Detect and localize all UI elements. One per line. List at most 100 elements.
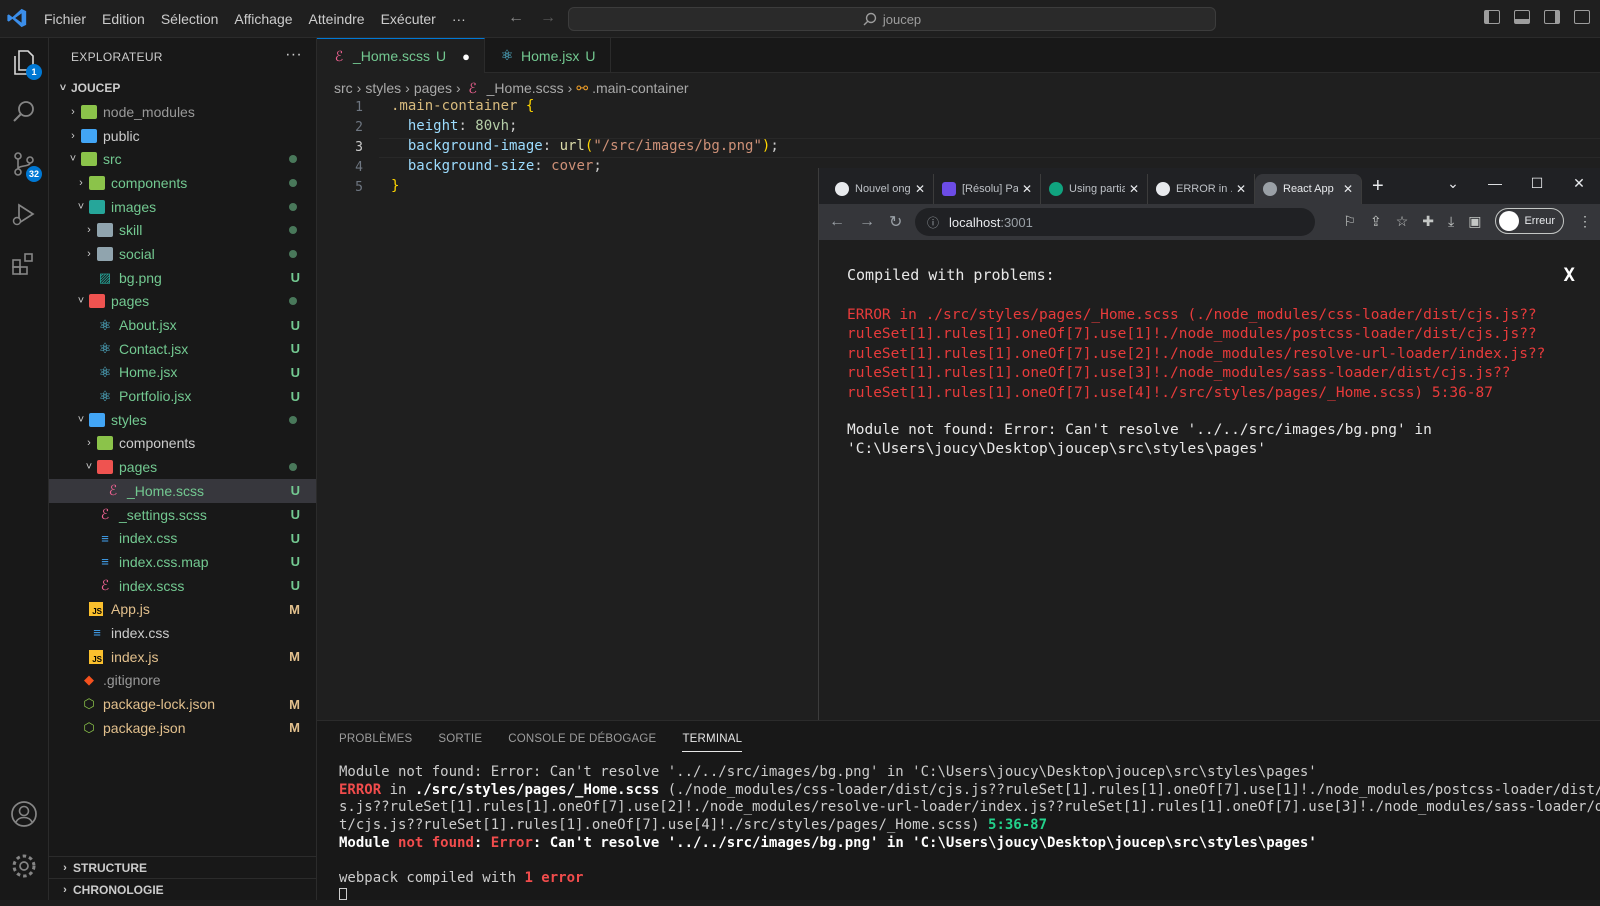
tree-item[interactable]: ⚛ About.jsx U <box>49 313 316 337</box>
workspace-root[interactable]: ˅ JOUCEP <box>49 76 316 100</box>
tree-item[interactable]: ℰindex.scss U <box>49 574 316 598</box>
tree-item[interactable]: ⚛ Portfolio.jsx U <box>49 384 316 408</box>
side-panel-icon[interactable]: ▣ <box>1468 213 1481 230</box>
back-arrow-icon[interactable]: ← <box>829 213 845 231</box>
vscode-logo-icon[interactable] <box>6 7 28 29</box>
toggle-sidebar-icon[interactable] <box>1484 10 1500 24</box>
tree-item[interactable]: › skill <box>49 218 316 242</box>
breadcrumb-src[interactable]: src <box>334 80 353 96</box>
tree-item[interactable]: › node_modules <box>49 100 316 124</box>
tree-item[interactable]: ˅ src <box>49 147 316 171</box>
close-icon[interactable]: ✕ <box>915 182 925 196</box>
url-host: localhost <box>949 214 1001 230</box>
reload-icon[interactable]: ↻ <box>889 212 902 232</box>
tree-item[interactable]: ˅ pages <box>49 290 316 314</box>
tab-console-debogage[interactable]: CONSOLE DE DÉBOGAGE <box>508 733 656 745</box>
tree-item[interactable]: › components <box>49 171 316 195</box>
react-icon: ⚛ <box>98 316 112 333</box>
close-icon[interactable]: ✕ <box>1129 182 1139 196</box>
customize-layout-icon[interactable] <box>1574 10 1590 24</box>
tree-item[interactable]: ≡ index.css.map U <box>49 550 316 574</box>
settings-gear-icon[interactable] <box>10 852 38 880</box>
tab-terminal[interactable]: TERMINAL <box>682 733 743 752</box>
tree-item[interactable]: JS App.js M <box>49 597 316 621</box>
menu-affichage[interactable]: Affichage <box>234 11 292 27</box>
run-debug-icon[interactable] <box>10 200 38 228</box>
tree-item[interactable]: ℰ _Home.scss U <box>49 479 316 503</box>
tree-item[interactable]: ◆ .gitignore <box>49 669 316 693</box>
menu-executer[interactable]: Exécuter <box>381 11 436 27</box>
menu-more[interactable]: ··· <box>452 11 466 27</box>
bookmark-star-icon[interactable]: ☆ <box>1396 213 1409 230</box>
breadcrumb-symbol[interactable]: .main-container <box>592 80 689 96</box>
tree-item[interactable]: ≡ index.css <box>49 621 316 645</box>
extensions-puzzle-icon[interactable]: ✚ <box>1422 213 1434 230</box>
address-bar[interactable]: ⓘ localhost:3001 <box>915 208 1315 236</box>
folder-icon <box>97 460 113 475</box>
maximize-icon[interactable]: ☐ <box>1516 175 1558 192</box>
unsaved-dot-icon[interactable]: ● <box>462 49 470 64</box>
more-actions-icon[interactable]: ··· <box>285 46 302 64</box>
back-arrow-icon[interactable]: ← <box>508 9 524 27</box>
toggle-panel-icon[interactable] <box>1514 10 1530 24</box>
menu-selection[interactable]: Sélection <box>161 11 219 27</box>
tab-problemes[interactable]: PROBLÈMES <box>339 733 412 745</box>
folder-icon <box>97 223 113 238</box>
terminal-output[interactable]: Module not found: Error: Can't resolve '… <box>339 764 1600 906</box>
tree-item[interactable]: ▨ bg.png U <box>49 266 316 290</box>
tree-item[interactable]: ⬡ package.json M <box>49 716 316 740</box>
explorer-icon[interactable]: 1 <box>10 48 42 80</box>
tree-item[interactable]: ˅ pages <box>49 455 316 479</box>
tree-item[interactable]: ˅ images <box>49 195 316 219</box>
tab-home-jsx[interactable]: ⚛ Home.jsx U <box>485 38 611 73</box>
tree-item[interactable]: › components <box>49 432 316 456</box>
command-center-search[interactable]: joucep <box>568 7 1216 31</box>
tree-item[interactable]: ⚛ Home.jsx U <box>49 361 316 385</box>
close-icon[interactable]: ✕ <box>1022 182 1032 196</box>
toggle-secondary-sidebar-icon[interactable] <box>1544 10 1560 24</box>
share-icon[interactable]: ⇪ <box>1370 213 1382 230</box>
forward-arrow-icon[interactable]: → <box>859 213 875 231</box>
tree-item[interactable]: ⚛ Contact.jsx U <box>49 337 316 361</box>
tab-search-chevron-icon[interactable]: ⌄ <box>1432 175 1474 192</box>
menu-fichier[interactable]: Fichier <box>44 11 86 27</box>
section-structure[interactable]: › STRUCTURE <box>49 856 317 878</box>
tab-home-scss[interactable]: ℰ _Home.scss U ● <box>317 38 486 73</box>
extensions-icon[interactable] <box>10 250 38 278</box>
source-control-icon[interactable]: 32 <box>10 150 42 182</box>
menu-kebab-icon[interactable]: ⋮ <box>1578 213 1592 230</box>
tree-item[interactable]: › public <box>49 124 316 148</box>
sass-icon: ℰ <box>100 506 110 523</box>
profile-button[interactable]: Erreur <box>1495 208 1564 234</box>
section-chronologie[interactable]: › CHRONOLOGIE <box>49 878 317 900</box>
translate-icon[interactable]: ⚐ <box>1343 213 1356 230</box>
browser-tab[interactable]: Using partial ✕ <box>1041 174 1148 204</box>
site-info-icon[interactable]: ⓘ <box>927 214 939 231</box>
tree-item[interactable]: › social <box>49 242 316 266</box>
menu-edition[interactable]: Edition <box>102 11 145 27</box>
browser-tab[interactable]: Nouvel onglet ✕ <box>827 174 934 204</box>
browser-tab-active[interactable]: React App ✕ <box>1255 174 1362 204</box>
breadcrumb-file[interactable]: _Home.scss <box>487 80 564 96</box>
close-icon[interactable]: ✕ <box>1236 182 1246 196</box>
tab-sortie[interactable]: SORTIE <box>438 733 482 745</box>
search-icon[interactable] <box>10 98 38 126</box>
menu-atteindre[interactable]: Atteindre <box>309 11 365 27</box>
breadcrumb-pages[interactable]: pages <box>414 80 452 96</box>
breadcrumb-styles[interactable]: styles <box>365 80 401 96</box>
tree-item[interactable]: ⬡ package-lock.json M <box>49 692 316 716</box>
close-window-icon[interactable]: ✕ <box>1558 175 1600 192</box>
account-icon[interactable] <box>10 800 38 828</box>
tree-item[interactable]: JS index.js M <box>49 645 316 669</box>
browser-tab[interactable]: ERROR in ./src ✕ <box>1148 174 1255 204</box>
tree-item[interactable]: ℰ _settings.scss U <box>49 503 316 527</box>
tree-item[interactable]: ˅ styles <box>49 408 316 432</box>
browser-tab[interactable]: [Résolu] Pas ✕ <box>934 174 1041 204</box>
new-tab-icon[interactable]: + <box>1372 175 1384 198</box>
download-icon[interactable]: ⤓ <box>1448 213 1454 230</box>
close-icon[interactable]: ✕ <box>1343 182 1353 196</box>
minimize-icon[interactable]: — <box>1474 175 1516 191</box>
tree-item[interactable]: ≡ index.css U <box>49 526 316 550</box>
close-overlay-button[interactable]: X <box>1564 264 1575 286</box>
forward-arrow-icon[interactable]: → <box>540 9 556 27</box>
